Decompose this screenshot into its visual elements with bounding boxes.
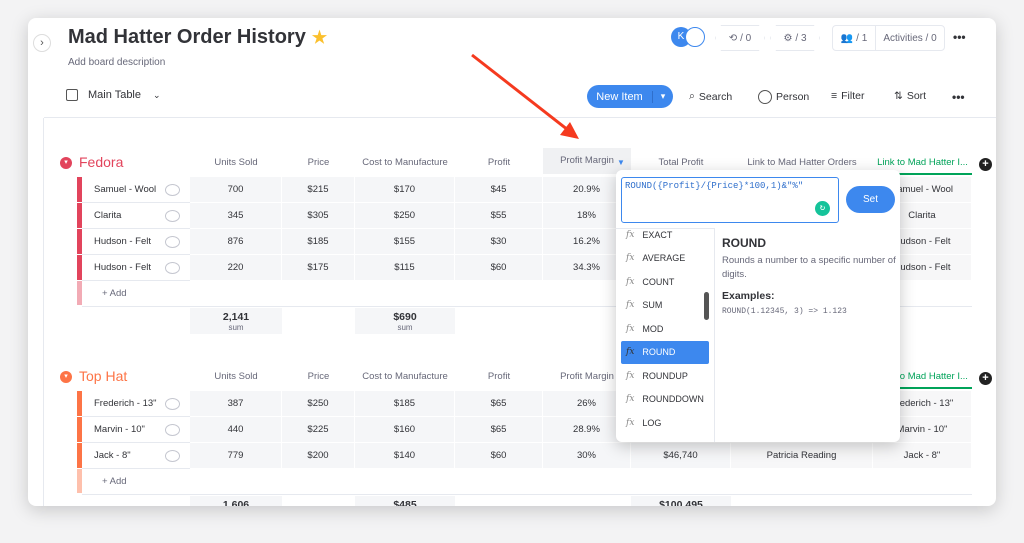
annotation-arrow — [471, 53, 579, 139]
arrow-shaft — [471, 53, 569, 132]
